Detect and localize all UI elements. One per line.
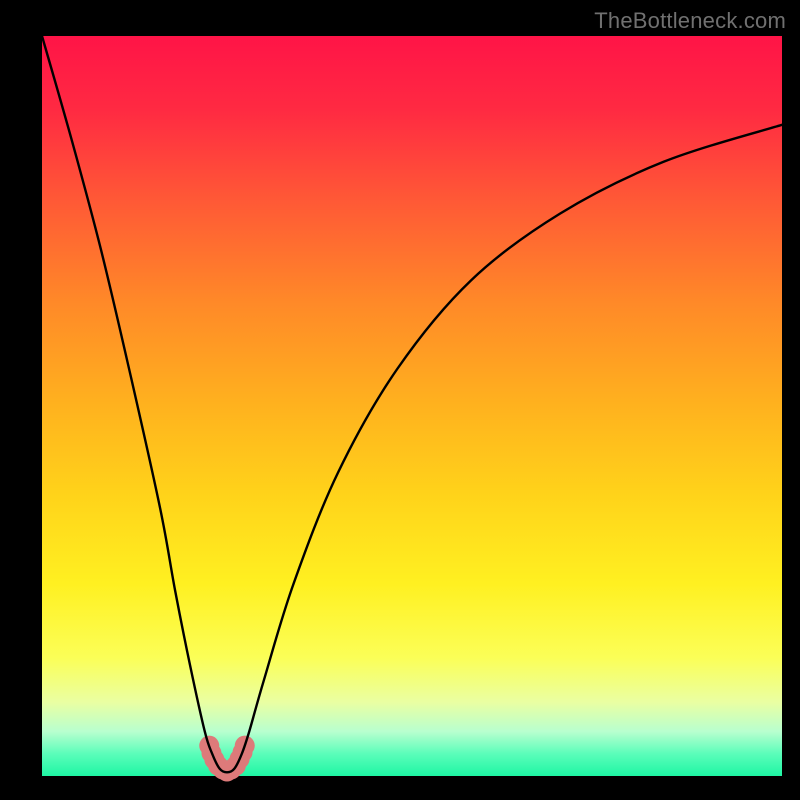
chart-frame: TheBottleneck.com bbox=[0, 0, 800, 800]
chart-svg bbox=[42, 36, 782, 776]
chart-curve bbox=[42, 36, 782, 772]
watermark-text: TheBottleneck.com bbox=[594, 8, 786, 34]
plot-area bbox=[42, 36, 782, 776]
